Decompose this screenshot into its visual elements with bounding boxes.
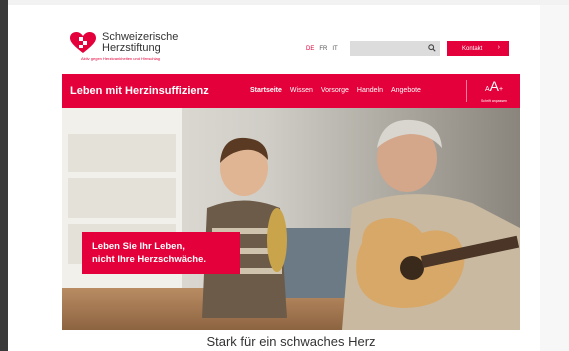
logo[interactable]: Schweizerische Herzstiftung: [70, 32, 178, 54]
nav-title[interactable]: Leben mit Herzinsuffizienz: [70, 85, 209, 97]
lang-it[interactable]: IT: [332, 46, 337, 52]
kontakt-button[interactable]: Kontakt ›: [447, 41, 509, 56]
font-size-label: Schrift anpassen: [480, 99, 508, 103]
main-nav: Leben mit Herzinsuffizienz Startseite Wi…: [62, 74, 520, 108]
nav-item-wissen[interactable]: Wissen: [290, 87, 313, 94]
window-left-edge: [0, 0, 8, 351]
heart-logo-icon: [70, 32, 96, 54]
logo-tagline: Aktiv gegen Herzkrankheiten und Hirnschl…: [81, 56, 160, 61]
nav-item-angebote[interactable]: Angebote: [391, 87, 421, 94]
logo-text: Schweizerische Herzstiftung: [102, 32, 178, 54]
hero-image: [62, 108, 520, 330]
chevron-right-icon: ›: [497, 44, 500, 51]
search-input[interactable]: [350, 41, 440, 56]
nav-item-handeln[interactable]: Handeln: [357, 87, 383, 94]
nav-menu: Startseite Wissen Vorsorge Handeln Angeb…: [250, 87, 421, 94]
logo-line2: Herzstiftung: [102, 42, 161, 54]
kontakt-label: Kontakt: [462, 45, 483, 52]
website-page: Schweizerische Herzstiftung Aktiv gegen …: [62, 22, 520, 351]
nav-divider: [466, 80, 467, 102]
hero-caption-line2: nicht Ihre Herzschwäche.: [92, 254, 207, 265]
hero-banner: Leben Sie Ihr Leben, nicht Ihre Herzschw…: [62, 108, 520, 330]
page-subtitle: Stark für ein schwaches Herz: [206, 334, 376, 349]
lang-de[interactable]: DE: [306, 46, 314, 52]
language-switcher: DE FR IT: [306, 46, 338, 52]
nav-item-startseite[interactable]: Startseite: [250, 87, 282, 94]
window-top-bar: [8, 0, 569, 5]
page-side-gutter: [540, 5, 569, 351]
lang-fr[interactable]: FR: [319, 46, 327, 52]
nav-item-vorsorge[interactable]: Vorsorge: [321, 87, 349, 94]
font-size-button[interactable]: AA+ Schrift anpassen: [472, 77, 516, 104]
font-size-icon: AA+: [484, 78, 504, 94]
hero-caption-line1: Leben Sie Ihr Leben,: [92, 241, 185, 252]
search-icon[interactable]: [428, 44, 436, 52]
hero-caption[interactable]: Leben Sie Ihr Leben, nicht Ihre Herzschw…: [82, 232, 240, 274]
